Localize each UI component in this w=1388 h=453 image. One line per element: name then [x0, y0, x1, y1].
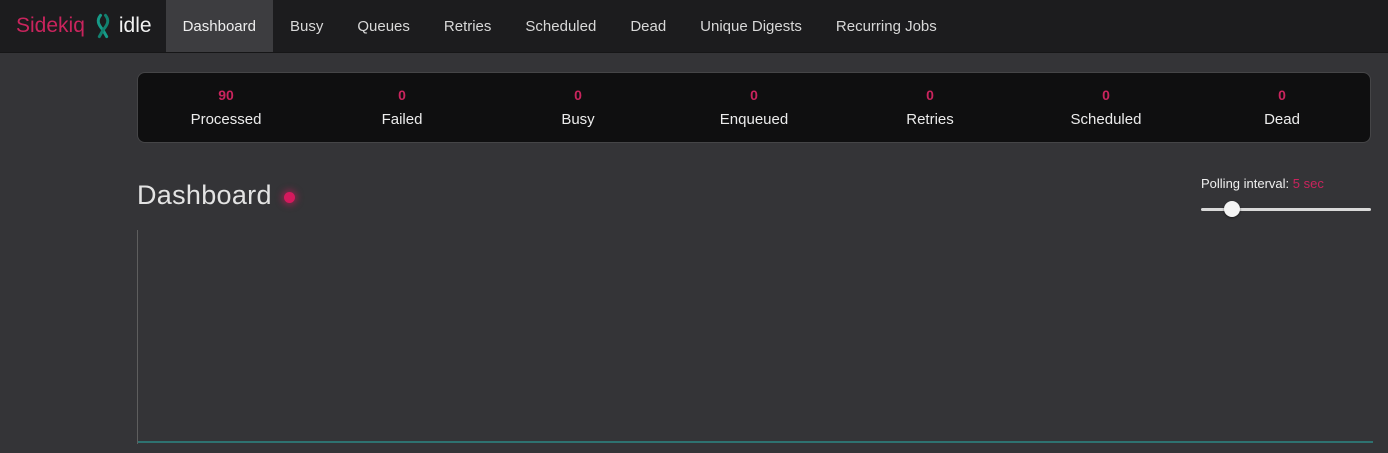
polling-interval-control: Polling interval: 5 sec: [1201, 176, 1371, 217]
stat-dead: 0 Dead: [1194, 87, 1370, 128]
stat-dead-label: Dead: [1194, 111, 1370, 128]
nav-item-recurring-jobs[interactable]: Recurring Jobs: [819, 0, 954, 52]
stat-scheduled: 0 Scheduled: [1018, 87, 1194, 128]
nav-item-dead[interactable]: Dead: [613, 0, 683, 52]
stat-retries: 0 Retries: [842, 87, 1018, 128]
slider-thumb[interactable]: [1224, 201, 1240, 217]
nav-item-retries[interactable]: Retries: [427, 0, 509, 52]
nav-item-busy[interactable]: Busy: [273, 0, 340, 52]
polling-interval-slider[interactable]: [1201, 201, 1371, 217]
main-content: 90 Processed 0 Failed 0 Busy 0 Enqueued …: [137, 72, 1371, 444]
brand-name: Sidekiq: [16, 14, 85, 38]
navbar: Sidekiq idle Dashboard Busy Queues Retri…: [0, 0, 1388, 53]
stat-busy-value: 0: [490, 87, 666, 103]
stat-processed-value: 90: [138, 87, 314, 103]
stats-summary-card: 90 Processed 0 Failed 0 Busy 0 Enqueued …: [137, 72, 1371, 143]
nav-items: Dashboard Busy Queues Retries Scheduled …: [166, 0, 954, 52]
stat-failed-label: Failed: [314, 111, 490, 128]
live-beacon-icon: [284, 192, 295, 203]
sidekiq-ribbon-icon: [94, 13, 112, 39]
polling-interval-label: Polling interval: 5 sec: [1201, 176, 1371, 191]
realtime-graph: [137, 230, 1371, 444]
nav-item-dashboard[interactable]: Dashboard: [166, 0, 273, 52]
stat-dead-value: 0: [1194, 87, 1370, 103]
stat-busy-label: Busy: [490, 111, 666, 128]
stat-enqueued: 0 Enqueued: [666, 87, 842, 128]
stat-enqueued-label: Enqueued: [666, 111, 842, 128]
stat-retries-value: 0: [842, 87, 1018, 103]
stat-failed-value: 0: [314, 87, 490, 103]
polling-interval-value: 5 sec: [1293, 176, 1324, 191]
stat-enqueued-value: 0: [666, 87, 842, 103]
page-title: Dashboard: [137, 180, 272, 211]
graph-zero-line: [138, 441, 1373, 443]
title-wrap: Dashboard: [137, 180, 295, 211]
stat-scheduled-value: 0: [1018, 87, 1194, 103]
stat-retries-label: Retries: [842, 111, 1018, 128]
stat-scheduled-label: Scheduled: [1018, 111, 1194, 128]
nav-item-queues[interactable]: Queues: [340, 0, 427, 52]
brand[interactable]: Sidekiq idle: [0, 0, 166, 52]
stat-busy: 0 Busy: [490, 87, 666, 128]
nav-item-scheduled[interactable]: Scheduled: [508, 0, 613, 52]
nav-item-unique-digests[interactable]: Unique Digests: [683, 0, 819, 52]
dashboard-header-row: Dashboard Polling interval: 5 sec: [137, 176, 1371, 214]
stat-processed: 90 Processed: [138, 87, 314, 128]
brand-status: idle: [119, 14, 152, 38]
stat-processed-label: Processed: [138, 111, 314, 128]
stat-failed: 0 Failed: [314, 87, 490, 128]
